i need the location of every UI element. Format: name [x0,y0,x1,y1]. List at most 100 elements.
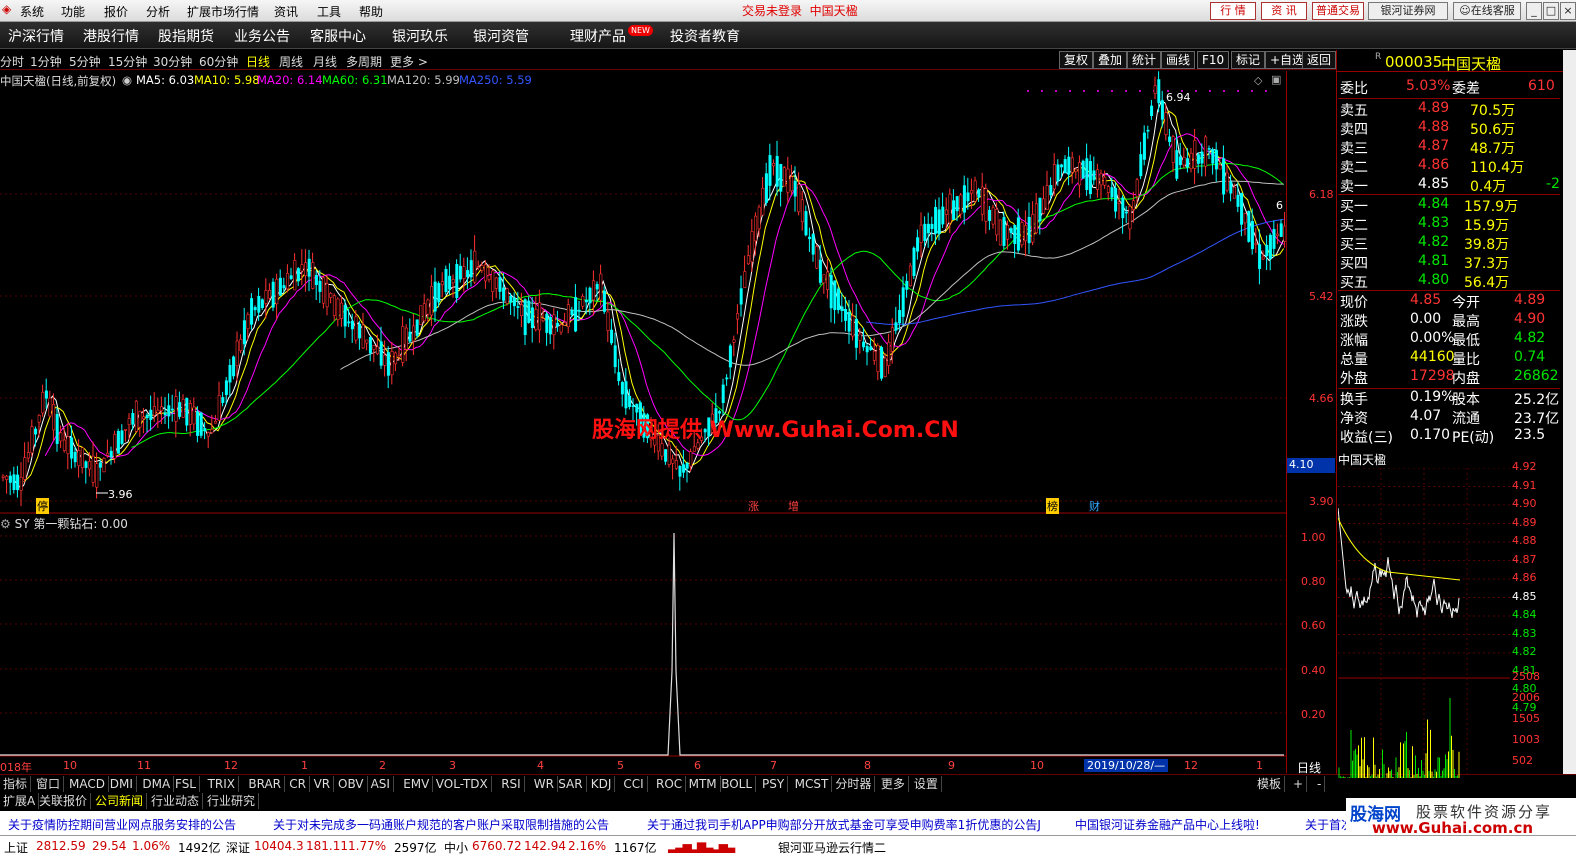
period-more[interactable]: 更多 > [390,53,428,70]
period-30min[interactable]: 30分钟 [153,53,192,70]
nav-hk[interactable]: 港股行情 [83,26,139,46]
remove-icon[interactable]: - [1314,776,1326,792]
limit-marker[interactable]: 涨 [748,498,759,514]
template-button[interactable]: 模板 [1254,776,1286,792]
period-daily[interactable]: 日线 [246,53,270,70]
nav-education[interactable]: 投资者教育 [670,26,740,46]
candle [1088,161,1092,195]
indicator-tab[interactable]: ASI [368,776,394,792]
period-15min[interactable]: 15分钟 [108,53,147,70]
period-5min[interactable]: 5分钟 [69,53,101,70]
candle [815,246,819,269]
scrollbar[interactable] [1563,50,1576,774]
indicator-tab[interactable]: FSL [172,776,200,792]
menu-help[interactable]: 帮助 [359,3,383,20]
period-multi[interactable]: 多周期 [346,53,382,70]
news-item[interactable]: 中国银河证券金融产品中心上线啦! [1075,816,1260,833]
indicator-tab[interactable]: PSY [759,776,789,792]
ind-axis-label: 1.00 [1301,531,1326,544]
tab-industry-research[interactable]: 行业研究 [204,793,260,809]
tool-fuquan[interactable]: 复权 [1059,51,1094,69]
news-item[interactable]: 关于通过我司手机APP申购部分开放式基金可享受申购费率1折优惠的公告J [647,816,1041,833]
period-monthly[interactable]: 月线 [313,53,337,70]
tab-company-news[interactable]: 公司新闻 [92,793,148,809]
quote-button[interactable]: 行 情 [1210,2,1256,20]
menu-info[interactable]: 资讯 [274,3,298,20]
indicator-tab[interactable]: TRIX [205,776,240,792]
period-60min[interactable]: 60分钟 [199,53,238,70]
indicator-tab[interactable]: SAR [555,776,587,792]
minimize-button[interactable]: _ [1526,2,1542,20]
add-icon[interactable]: + [1290,776,1308,792]
nav-jiule[interactable]: 银河玖乐 [392,26,448,46]
indicator-tab[interactable]: RSI [498,776,525,792]
online-service-button[interactable]: ☺在线客服 [1453,2,1521,20]
candle [19,476,23,491]
nav-announcements[interactable]: 业务公告 [234,26,290,46]
menu-analysis[interactable]: 分析 [146,3,170,20]
indicator-tab[interactable]: OBV [335,776,368,792]
tool-back[interactable]: 返回 [1302,51,1336,69]
indicator-tab[interactable]: CCI [620,776,648,792]
window-icon[interactable]: ▣ [1271,73,1281,86]
indicator-tab[interactable]: VOL-TDX [433,776,492,792]
nav-futures[interactable]: 股指期货 [158,26,214,46]
news-item[interactable]: 关于对未完成多一码通账户规范的客户账户采取限制措施的公告 [273,816,609,833]
suspend-marker[interactable]: 停 [36,498,49,514]
info-button[interactable]: 资 讯 [1261,2,1307,20]
finance-marker[interactable]: 财 [1089,498,1100,514]
intraday-mini-chart[interactable] [1338,468,1510,778]
board-marker[interactable]: 榜 [1046,498,1059,514]
nav-asset-mgmt[interactable]: 银河资管 [473,26,529,46]
indicator-tab[interactable]: ROC [653,776,687,792]
tool-f10[interactable]: F10 [1197,51,1230,69]
indicator-tab[interactable]: DMA [139,776,175,792]
period-1min[interactable]: 1分钟 [30,53,62,70]
increase-marker[interactable]: 增 [788,498,799,514]
indicator-tab[interactable]: 更多 [878,776,909,792]
broker-site-button[interactable]: 银河证券网 [1368,2,1448,20]
diamond-icon[interactable]: ◇ [1254,74,1262,87]
nav-service[interactable]: 客服中心 [310,26,366,46]
tab-ext-a[interactable]: 扩展A [0,793,40,809]
tool-stats[interactable]: 统计 [1127,51,1162,69]
indicator-tab[interactable]: BOLL [718,776,757,792]
menu-tools[interactable]: 工具 [317,3,341,20]
menu-quote[interactable]: 报价 [104,3,128,20]
indicator-tab[interactable]: CR [286,776,310,792]
indicator-settings-icon[interactable]: ⚙ [0,517,11,531]
indicator-tab[interactable]: 指标 [0,776,32,792]
menu-extended-market[interactable]: 扩展市场行情 [187,3,259,20]
news-item[interactable]: 关于疫情防控期间营业网点服务安排的公告 [8,816,236,833]
indicator-tab[interactable]: DMI [107,776,137,792]
maximize-button[interactable]: □ [1543,2,1559,20]
trade-button[interactable]: 普通交易 [1312,2,1364,20]
indicator-tab[interactable]: MACD [66,776,109,792]
tool-draw[interactable]: 画线 [1161,51,1196,69]
tool-overlay[interactable]: 叠加 [1093,51,1128,69]
candle [743,271,747,288]
mini-volume-label: 2006 [1512,691,1540,704]
period-weekly[interactable]: 周线 [279,53,303,70]
indicator-tab[interactable]: BRAR [245,776,286,792]
indicator-tab[interactable]: 分时器 [832,776,876,792]
indicator-tab[interactable]: MCST [792,776,833,792]
tab-industry-news[interactable]: 行业动态 [148,793,204,809]
indicator-tab[interactable]: 窗口 [33,776,65,792]
period-tick[interactable]: 分时 [0,53,24,70]
menu-function[interactable]: 功能 [61,3,85,20]
indicator-tab[interactable]: EMV [400,776,434,792]
nav-shsz[interactable]: 沪深行情 [8,26,64,46]
tool-mark[interactable]: 标记 [1231,51,1266,69]
close-button[interactable]: × [1560,2,1576,20]
nav-wealth[interactable]: 理财产品 [570,26,626,46]
indicator-tab[interactable]: MTM [686,776,721,792]
indicator-tab[interactable]: WR [531,776,558,792]
indicator-tab[interactable]: KDJ [588,776,616,792]
time-cursor: 2019/10/28/— [1084,759,1169,772]
app-icon[interactable]: ◈ [2,2,11,16]
menu-system[interactable]: 系统 [20,3,44,20]
tab-related-quote[interactable]: 关联报价 [36,793,92,809]
indicator-tab[interactable]: 设置 [911,776,942,792]
indicator-tab[interactable]: VR [311,776,335,792]
